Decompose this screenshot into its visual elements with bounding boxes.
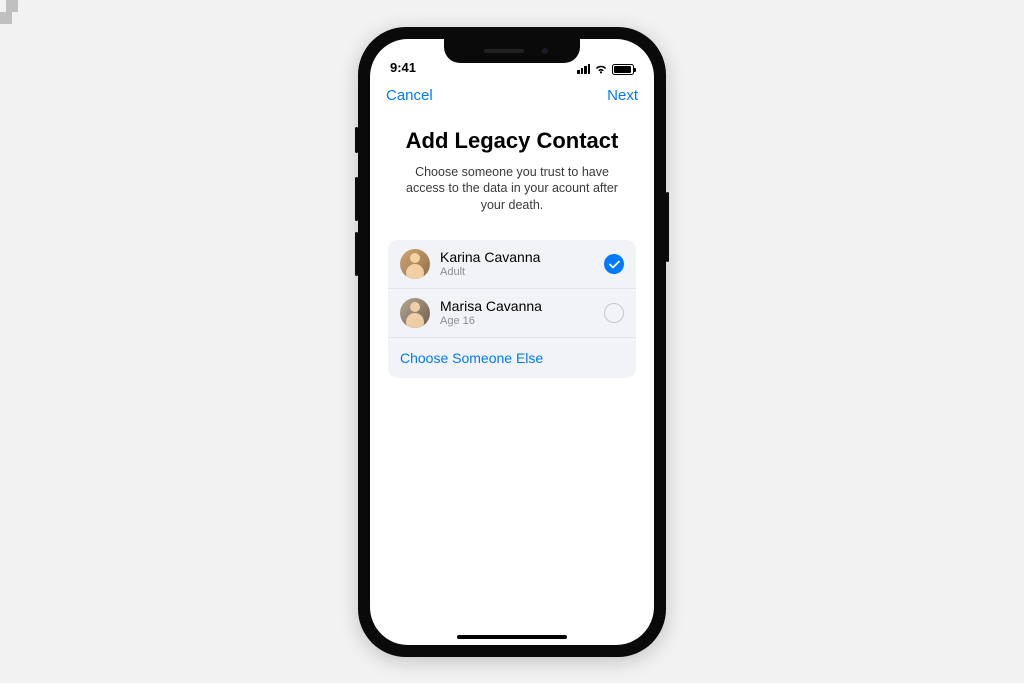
nav-bar: Cancel Next [370, 79, 654, 112]
checkmark-selected-icon[interactable] [604, 254, 624, 274]
status-time: 9:41 [390, 60, 440, 75]
content: Add Legacy Contact Choose someone you tr… [370, 112, 654, 379]
phone-screen: 9:41 Cancel Next Add Legacy Contact [370, 39, 654, 645]
phone-side-button [355, 177, 358, 221]
page-subtitle: Choose someone you trust to have access … [388, 164, 636, 215]
avatar [400, 249, 430, 279]
contact-name: Marisa Cavanna [440, 298, 604, 315]
contact-subtext: Adult [440, 266, 604, 279]
battery-icon [612, 64, 634, 75]
choose-someone-else-button[interactable]: Choose Someone Else [388, 338, 636, 378]
phone-notch [444, 39, 580, 63]
contacts-card: Karina Cavanna Adult Marisa Cavanna Age … [388, 240, 636, 378]
phone-side-button [666, 192, 669, 262]
contact-info: Marisa Cavanna Age 16 [440, 298, 604, 328]
phone-frame: 9:41 Cancel Next Add Legacy Contact [358, 27, 666, 657]
status-icons [577, 64, 634, 75]
wifi-icon [594, 64, 608, 74]
contact-row-marisa[interactable]: Marisa Cavanna Age 16 [388, 289, 636, 338]
signal-icon [577, 64, 590, 74]
next-button[interactable]: Next [607, 87, 638, 104]
contact-name: Karina Cavanna [440, 249, 604, 266]
phone-side-button [355, 127, 358, 153]
contact-info: Karina Cavanna Adult [440, 249, 604, 279]
page-title: Add Legacy Contact [388, 128, 636, 154]
contact-row-karina[interactable]: Karina Cavanna Adult [388, 240, 636, 289]
radio-unselected-icon[interactable] [604, 303, 624, 323]
home-indicator[interactable] [457, 635, 567, 639]
avatar [400, 298, 430, 328]
phone-side-button [355, 232, 358, 276]
decorative-corner [0, 0, 30, 30]
contact-subtext: Age 16 [440, 315, 604, 328]
cancel-button[interactable]: Cancel [386, 87, 433, 104]
